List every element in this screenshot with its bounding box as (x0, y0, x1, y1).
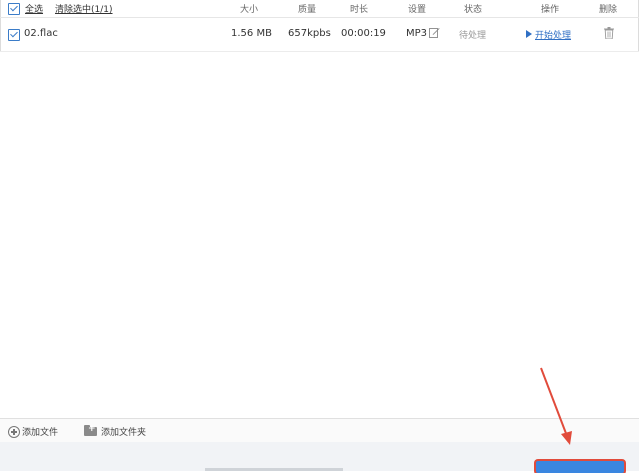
convert-button[interactable] (536, 461, 624, 473)
column-quality: 质量 (298, 5, 317, 15)
column-delete: 删除 (599, 5, 618, 15)
output-format[interactable]: MP3 (406, 28, 427, 39)
column-size: 大小 (240, 5, 259, 15)
edit-icon[interactable] (429, 27, 440, 38)
add-folder-button[interactable]: 添加文件夹 (101, 425, 146, 438)
file-list-empty-area[interactable] (0, 52, 639, 418)
play-icon (526, 30, 532, 38)
start-process-label: 开始处理 (535, 31, 572, 41)
row-checkbox[interactable] (8, 29, 20, 41)
clear-selected-link[interactable]: 清除选中(1/1) (55, 2, 113, 15)
table-row[interactable]: 02.flac 1.56 MB 657kpbs 00:00:19 MP3 待处理… (0, 18, 639, 52)
select-all-checkbox[interactable] (8, 3, 20, 15)
plus-circle-icon[interactable] (8, 426, 20, 438)
file-size: 1.56 MB (231, 28, 272, 39)
folder-add-icon[interactable] (84, 424, 97, 436)
select-all-link[interactable]: 全选 (25, 2, 43, 15)
trash-icon[interactable] (604, 27, 614, 39)
file-name: 02.flac (24, 28, 58, 39)
column-status: 状态 (464, 5, 483, 15)
start-process-button[interactable]: 开始处理 (526, 28, 571, 41)
file-quality: 657kpbs (288, 28, 331, 39)
status-badge: 待处理 (459, 31, 487, 41)
add-file-button[interactable]: 添加文件 (22, 425, 58, 438)
file-duration: 00:00:19 (341, 28, 386, 39)
column-action: 操作 (541, 5, 560, 15)
column-settings: 设置 (408, 5, 427, 15)
column-duration: 时长 (350, 5, 369, 15)
file-list-header: 全选 清除选中(1/1) 大小 质量 时长 设置 状态 操作 删除 (0, 0, 639, 18)
bottom-toolbar: 添加文件 添加文件夹 (0, 418, 639, 443)
